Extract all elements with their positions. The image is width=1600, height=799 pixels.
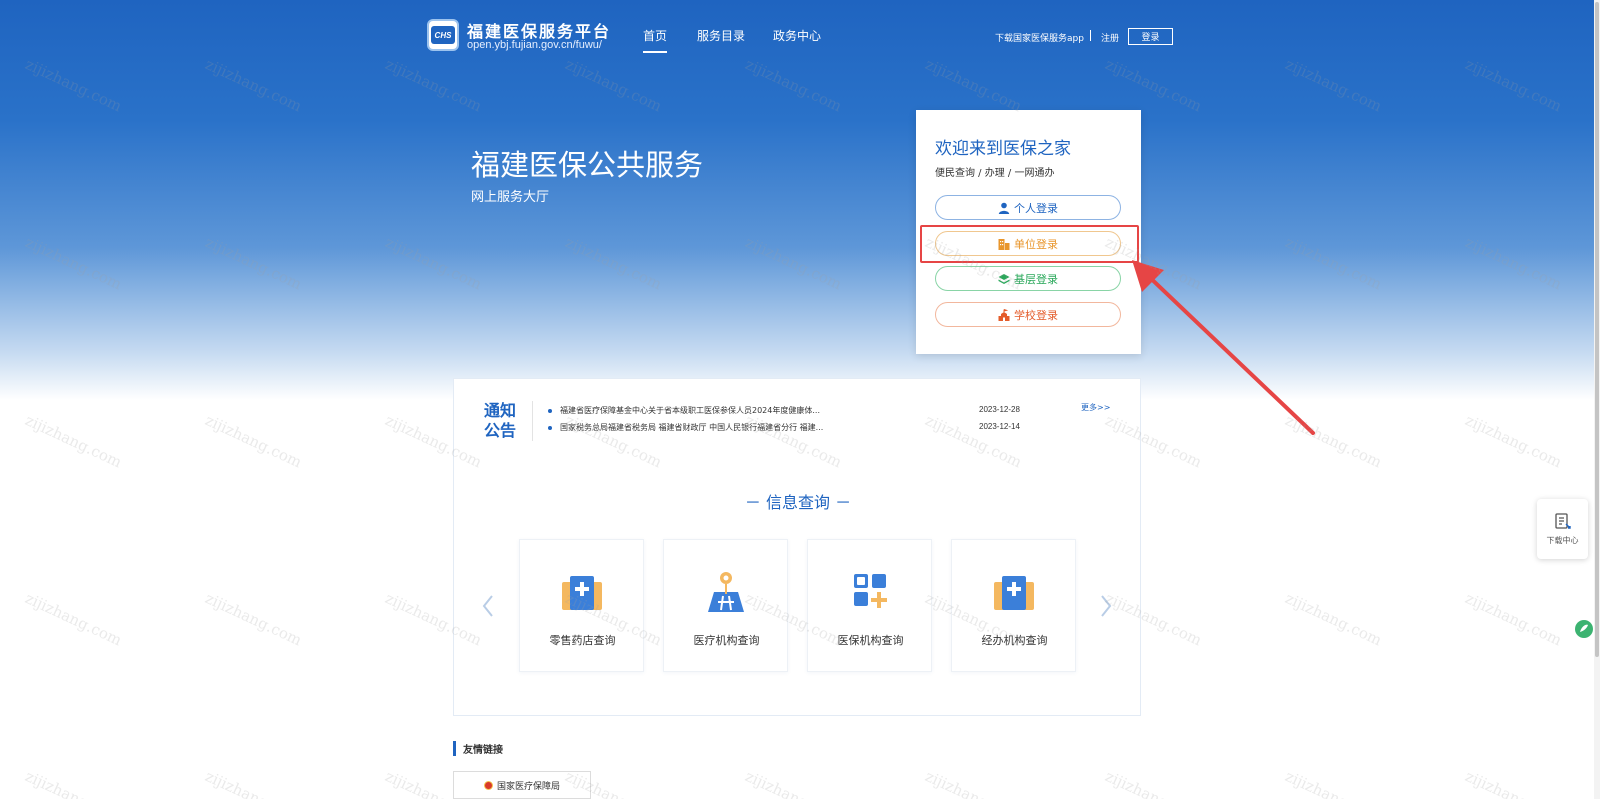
download-document-icon xyxy=(1555,513,1571,529)
watermark-text: zijizhang.com xyxy=(202,233,305,294)
watermark-text: zijizhang.com xyxy=(1102,767,1205,799)
notice-more-link[interactable]: 更多>> xyxy=(1081,402,1110,413)
register-link[interactable]: 注册 xyxy=(1101,31,1119,44)
watermark-text: zijizhang.com xyxy=(22,589,125,650)
watermark-text: zijizhang.com xyxy=(1462,767,1565,799)
nav-home[interactable]: 首页 xyxy=(643,27,668,53)
header-login-button[interactable]: 登录 xyxy=(1128,28,1173,45)
query-label: 零售药店查询 xyxy=(549,634,616,647)
watermark-text: zijizhang.com xyxy=(22,233,125,294)
query-label: 医保机构查询 xyxy=(837,634,904,647)
hospital-map-icon xyxy=(708,572,744,612)
notice-date: 2023-12-14 xyxy=(979,422,1020,431)
hero-title: 福建医保公共服务 xyxy=(471,148,704,182)
nav-service-catalog[interactable]: 服务目录 xyxy=(697,27,745,44)
national-emblem-icon xyxy=(483,780,493,790)
watermark-text: zijizhang.com xyxy=(922,55,1025,116)
watermark-text: zijizhang.com xyxy=(202,55,305,116)
header-divider xyxy=(1090,30,1091,41)
watermark-text: zijizhang.com xyxy=(1282,589,1385,650)
watermark-text: zijizhang.com xyxy=(22,55,125,116)
annotation-highlight-box xyxy=(920,225,1139,263)
watermark-text: zijizhang.com xyxy=(1462,233,1565,294)
watermark-text: zijizhang.com xyxy=(562,55,665,116)
hero-subtitle: 网上服务大厅 xyxy=(471,190,550,205)
watermark-text: zijizhang.com xyxy=(1282,767,1385,799)
school-login-label: 学校登录 xyxy=(1014,308,1058,322)
watermark-text: zijizhang.com xyxy=(562,233,665,294)
notice-item[interactable]: 福建省医疗保障基金中心关于省本级职工医保参保人员2024年度健康体... xyxy=(548,405,820,416)
medical-box-icon xyxy=(994,576,1034,610)
notice-label-line2: 公告 xyxy=(483,421,516,440)
notice-date: 2023-12-28 xyxy=(979,405,1020,414)
query-card-agency[interactable]: 经办机构查询 xyxy=(951,539,1076,672)
page: CHS 福建医保服务平台 open.ybj.fujian.gov.cn/fuwu… xyxy=(0,0,1600,799)
watermark-text: zijizhang.com xyxy=(742,233,845,294)
watermark-text: zijizhang.com xyxy=(742,767,845,799)
watermark-text: zijizhang.com xyxy=(382,55,485,116)
school-icon xyxy=(998,308,1010,321)
friend-link-label: 国家医疗保障局 xyxy=(496,781,560,792)
watermark-text: zijizhang.com xyxy=(202,589,305,650)
watermark-text: zijizhang.com xyxy=(202,411,305,472)
main-panel: 通知 公告 福建省医疗保障基金中心关于省本级职工医保参保人员2024年度健康体.… xyxy=(453,378,1141,716)
grid-plus-icon xyxy=(854,574,887,608)
watermark-text: zijizhang.com xyxy=(202,767,305,799)
watermark-text: zijizhang.com xyxy=(742,55,845,116)
watermark-text: zijizhang.com xyxy=(22,411,125,472)
assistant-float-icon[interactable] xyxy=(1573,618,1595,640)
watermark-text: zijizhang.com xyxy=(382,233,485,294)
site-url: open.ybj.fujian.gov.cn/fuwu/ xyxy=(467,39,602,51)
annotation-arrow xyxy=(1132,260,1315,435)
watermark-text: zijizhang.com xyxy=(22,767,125,799)
scrollbar-thumb[interactable] xyxy=(1595,2,1599,657)
friend-link-nhsa[interactable]: 国家医疗保障局 xyxy=(453,771,591,799)
query-card-insurance-org[interactable]: 医保机构查询 xyxy=(807,539,932,672)
carousel-prev-icon[interactable] xyxy=(480,593,496,619)
notice-item[interactable]: 国家税务总局福建省税务局 福建省财政厅 中国人民银行福建省分行 福建... xyxy=(547,422,823,433)
logo-mark: CHS xyxy=(431,26,455,44)
friend-links-title: 友情链接 xyxy=(453,741,503,756)
query-label: 医疗机构查询 xyxy=(693,634,760,647)
notice-label-line1: 通知 xyxy=(483,401,516,420)
query-label: 经办机构查询 xyxy=(981,634,1048,647)
query-card-pharmacy[interactable]: 零售药店查询 xyxy=(519,539,644,672)
leaf-logo-icon xyxy=(1575,620,1593,638)
watermark-text: zijizhang.com xyxy=(1102,55,1205,116)
notice-divider xyxy=(532,401,533,441)
watermark-text: zijizhang.com xyxy=(1462,55,1565,116)
login-card-subtitle: 便民查询 / 办理 / 一网通办 xyxy=(935,168,1055,179)
watermark-text: zijizhang.com xyxy=(1462,411,1565,472)
login-card-title: 欢迎来到医保之家 xyxy=(935,139,1071,159)
school-login-button[interactable]: 学校登录 xyxy=(935,302,1121,327)
nav-government-center[interactable]: 政务中心 xyxy=(773,27,821,44)
personal-login-label: 个人登录 xyxy=(1014,201,1058,215)
layers-icon xyxy=(998,273,1010,284)
carousel-next-icon[interactable] xyxy=(1098,593,1114,619)
watermark-text: zijizhang.com xyxy=(1282,55,1385,116)
site-logo[interactable]: CHS xyxy=(427,19,459,51)
query-card-hospital[interactable]: 医疗机构查询 xyxy=(663,539,788,672)
personal-login-button[interactable]: 个人登录 xyxy=(935,195,1121,220)
download-app-link[interactable]: 下载国家医保服务app xyxy=(995,31,1084,44)
base-login-label: 基层登录 xyxy=(1014,272,1058,286)
watermark-text: zijizhang.com xyxy=(922,767,1025,799)
notice-label: 通知 公告 xyxy=(480,401,520,441)
base-login-button[interactable]: 基层登录 xyxy=(935,266,1121,291)
watermark-text: zijizhang.com xyxy=(1462,589,1565,650)
download-center-label: 下载中心 xyxy=(1546,536,1579,545)
pharmacy-icon xyxy=(562,576,602,610)
download-center-button[interactable]: 下载中心 xyxy=(1537,499,1588,559)
person-icon xyxy=(998,202,1010,214)
info-query-title: － 信息查询 － xyxy=(744,493,852,512)
